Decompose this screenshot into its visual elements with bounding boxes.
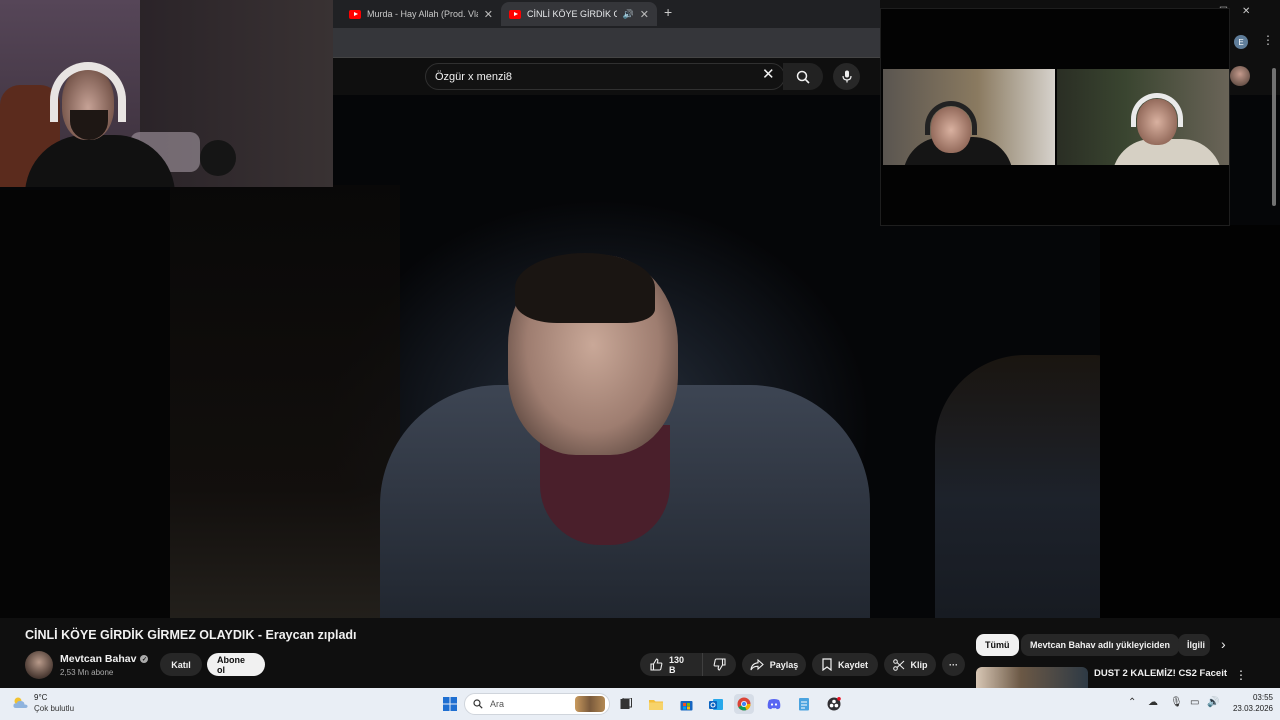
youtube-account-avatar[interactable] xyxy=(1230,66,1250,86)
call-participant-1 xyxy=(883,69,1055,165)
tab-cinli-koye[interactable]: CİNLİ KÖYE GİRDİK GİRMEZ 🔊 ✕ xyxy=(501,2,657,26)
video-person-hair xyxy=(515,253,655,323)
start-button[interactable] xyxy=(440,694,460,714)
search-query: Özgür x menzi8 xyxy=(435,70,513,83)
recommendation-menu-icon[interactable]: ⋮ xyxy=(1235,668,1247,682)
chrome-icon[interactable] xyxy=(734,694,754,714)
microphone-icon xyxy=(841,70,852,83)
more-actions-button[interactable]: ··· xyxy=(942,653,965,676)
youtube-header: Özgür x menzi8 ✕ xyxy=(333,58,880,95)
chevron-up-icon[interactable]: ⌃ xyxy=(1128,697,1136,708)
video-dark-right xyxy=(1100,225,1280,618)
subscribe-button[interactable]: Abone ol xyxy=(207,653,265,676)
clip-button[interactable]: Klip xyxy=(884,653,936,676)
thumbs-up-icon xyxy=(650,658,663,671)
call-participant-2 xyxy=(1057,69,1229,165)
participant-body xyxy=(1112,139,1222,165)
video-title: CİNLİ KÖYE GİRDİK GİRMEZ OLAYDIK - Erayc… xyxy=(25,628,357,642)
clock-time[interactable]: 03:55 xyxy=(1243,693,1273,702)
participant-headphones xyxy=(925,101,977,135)
taskbar: 9°C Çok bulutlu Ara ⌃ ☁ 🎙 ▭ 🔊 03:55 23.0… xyxy=(0,688,1280,720)
participant-headphones xyxy=(1131,93,1183,127)
obs-icon[interactable] xyxy=(824,694,844,714)
network-icon[interactable]: ▭ xyxy=(1190,697,1199,708)
video-info-bar: CİNLİ KÖYE GİRDİK GİRMEZ OLAYDIK - Erayc… xyxy=(0,618,1280,688)
volume-icon[interactable]: 🔊 xyxy=(1207,697,1219,708)
chip-related[interactable]: İlgili xyxy=(1178,634,1210,656)
search-button[interactable] xyxy=(783,63,823,90)
scrollbar-thumb[interactable] xyxy=(1272,68,1276,206)
file-explorer-icon[interactable] xyxy=(646,694,666,714)
browser-menu-icon[interactable]: ⋮ xyxy=(1262,33,1274,47)
recommendation-thumbnail[interactable] xyxy=(976,667,1088,688)
thumbs-down-icon xyxy=(713,658,726,671)
task-view-icon[interactable] xyxy=(616,694,636,714)
taskbar-search-placeholder: Ara xyxy=(490,699,505,709)
youtube-icon xyxy=(349,9,361,19)
tab-title: CİNLİ KÖYE GİRDİK GİRMEZ xyxy=(527,9,617,19)
bookmark-icon xyxy=(822,658,832,671)
outlook-icon[interactable] xyxy=(706,694,726,714)
chip-from-uploader[interactable]: Mevtcan Bahav adlı yükleyiciden xyxy=(1021,634,1180,656)
channel-avatar[interactable] xyxy=(25,651,53,679)
chevron-right-icon[interactable]: › xyxy=(1221,636,1226,652)
recommendation-title[interactable]: DUST 2 KALEMİZ! CS2 Faceit xyxy=(1094,668,1227,679)
profile-avatar[interactable]: E xyxy=(1234,35,1248,49)
channel-name[interactable]: Mevtcan Bahav xyxy=(60,653,136,665)
page-scrollbar[interactable] xyxy=(1270,60,1278,210)
tab-title: Murda - Hay Allah (Prod. Vlado xyxy=(367,9,478,19)
subscriber-count: 2,53 Mn abone xyxy=(60,668,114,677)
like-button[interactable]: 130 B xyxy=(640,653,702,676)
close-window-button[interactable]: ✕ xyxy=(1242,6,1250,17)
clip-label: Klip xyxy=(910,659,928,670)
streamer-webcam xyxy=(0,0,333,187)
address-bar[interactable] xyxy=(333,28,880,58)
microphone-tray-icon[interactable]: 🎙 xyxy=(1170,697,1183,708)
clear-search-icon[interactable]: ✕ xyxy=(762,67,775,82)
discord-icon[interactable] xyxy=(764,694,784,714)
voice-search-button[interactable] xyxy=(833,63,860,90)
channel-name-row[interactable]: Mevtcan Bahav ✓ xyxy=(60,653,149,665)
webcam-microphone xyxy=(200,140,236,176)
search-highlight-image xyxy=(575,696,605,712)
windows-icon xyxy=(443,697,457,711)
video-trees xyxy=(170,185,400,618)
cloud-sync-icon[interactable]: ☁ xyxy=(1148,697,1158,708)
speaker-icon[interactable]: 🔊 xyxy=(623,9,634,20)
screen: Murda - Hay Allah (Prod. Vlado ✕ CİNLİ K… xyxy=(0,0,1280,720)
like-count: 130 B xyxy=(669,654,685,675)
search-icon xyxy=(796,70,810,84)
save-label: Kaydet xyxy=(838,659,869,670)
search-input[interactable]: Özgür x menzi8 xyxy=(425,63,785,90)
join-button[interactable]: Katıl xyxy=(160,653,202,676)
share-icon xyxy=(750,658,764,670)
search-icon xyxy=(473,699,483,709)
store-icon[interactable] xyxy=(676,694,696,714)
cloud-icon xyxy=(13,697,28,708)
close-tab-icon[interactable]: ✕ xyxy=(640,8,649,21)
share-label: Paylaş xyxy=(769,659,799,670)
video-call-overlay xyxy=(880,8,1230,226)
weather-temperature[interactable]: 9°C xyxy=(34,693,47,702)
youtube-icon xyxy=(509,9,521,19)
tab-strip: Murda - Hay Allah (Prod. Vlado ✕ CİNLİ K… xyxy=(333,0,880,28)
scissors-icon xyxy=(892,658,904,671)
taskbar-search[interactable]: Ara xyxy=(464,693,610,715)
clock-date[interactable]: 23.03.2026 xyxy=(1227,704,1273,713)
chip-all[interactable]: Tümü xyxy=(976,634,1019,656)
weather-description[interactable]: Çok bulutlu xyxy=(34,704,74,713)
notepad-icon[interactable] xyxy=(794,694,814,714)
new-tab-button[interactable]: + xyxy=(664,4,672,20)
browser-chrome: Murda - Hay Allah (Prod. Vlado ✕ CİNLİ K… xyxy=(333,0,880,95)
verified-icon: ✓ xyxy=(140,655,149,663)
video-dark-edge xyxy=(0,190,170,618)
dislike-button[interactable] xyxy=(702,653,736,676)
close-tab-icon[interactable]: ✕ xyxy=(484,8,493,21)
share-button[interactable]: Paylaş xyxy=(742,653,806,676)
save-button[interactable]: Kaydet xyxy=(812,653,878,676)
tab-murda[interactable]: Murda - Hay Allah (Prod. Vlado ✕ xyxy=(341,2,501,26)
